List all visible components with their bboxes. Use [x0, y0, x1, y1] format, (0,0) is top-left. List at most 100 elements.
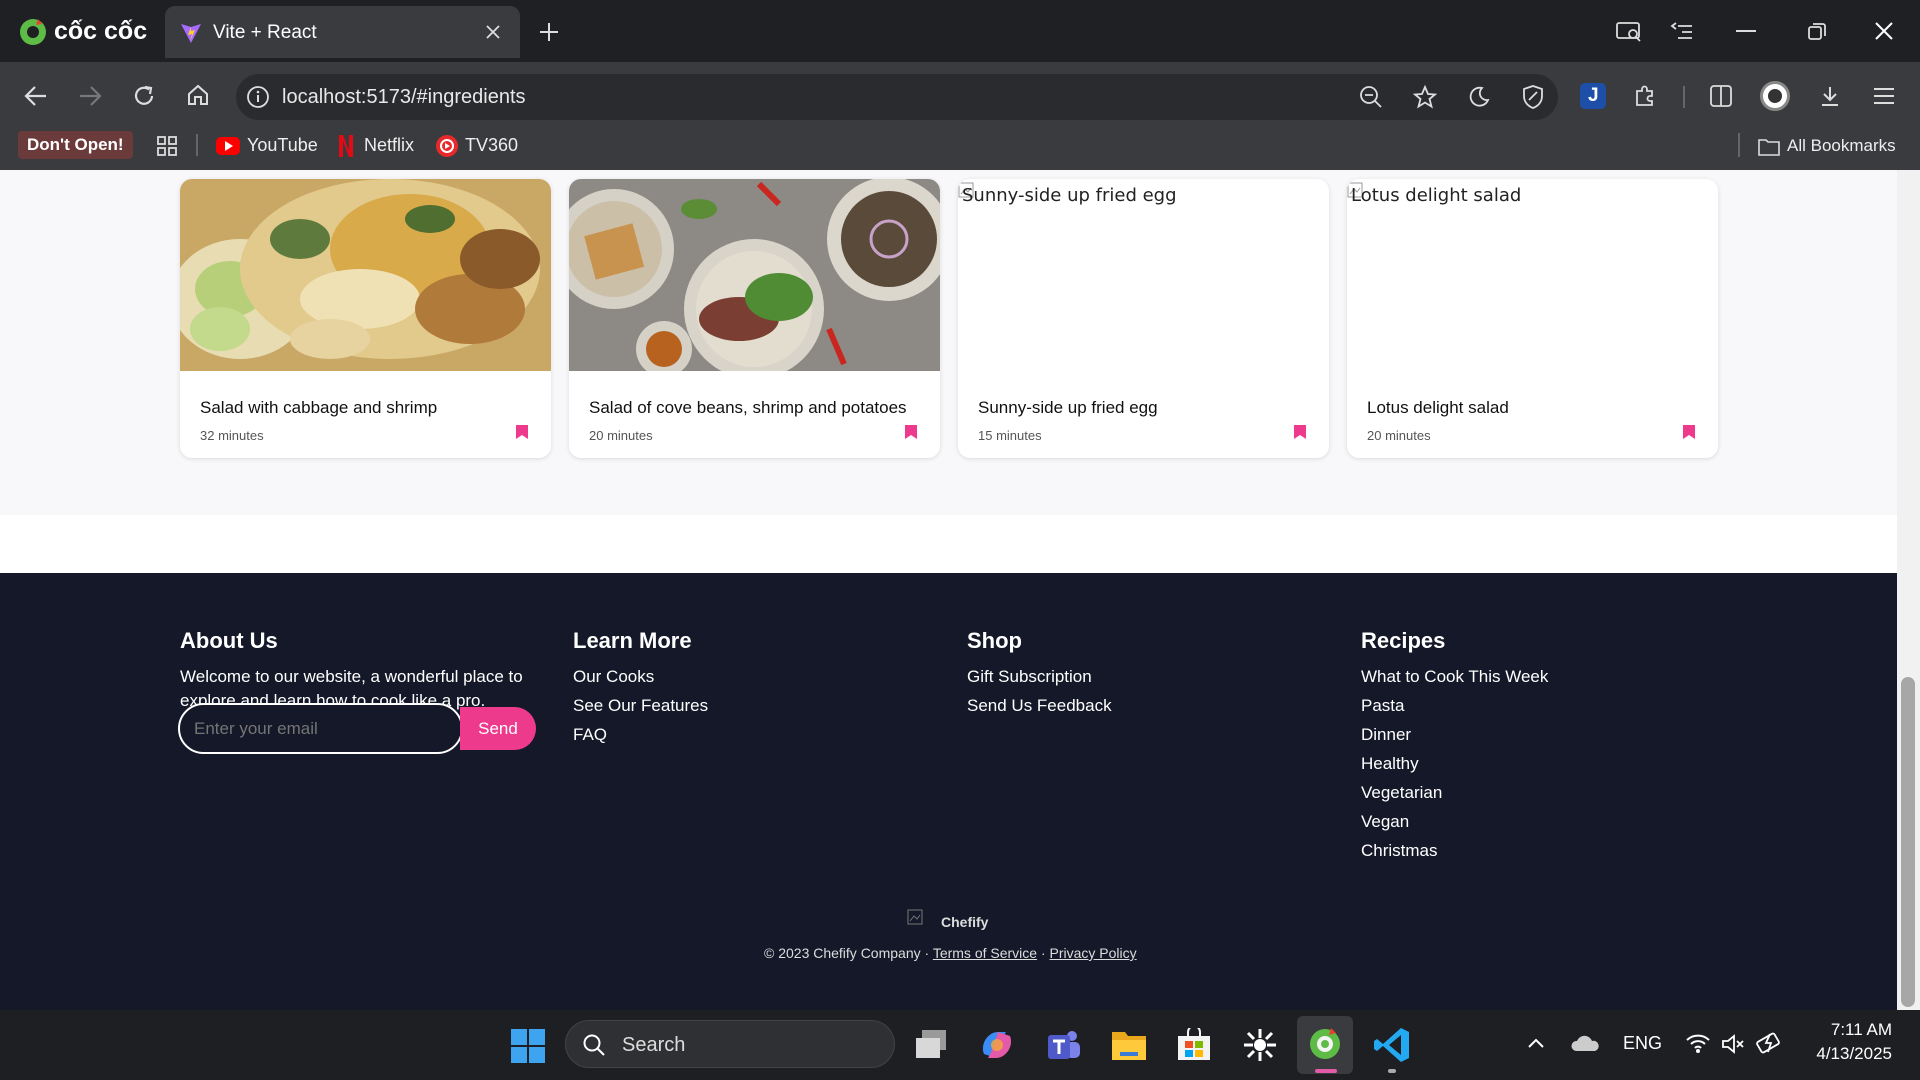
screen-search-icon[interactable] [1616, 21, 1642, 43]
menu-icon[interactable] [1872, 86, 1896, 106]
footer-link[interactable]: Our Cooks [573, 667, 654, 687]
reload-icon[interactable] [132, 84, 156, 108]
language-indicator[interactable]: ENG [1623, 1033, 1662, 1054]
taskbar-search[interactable]: Search [565, 1020, 895, 1068]
clock-time[interactable]: 7:11 AM [1822, 1020, 1892, 1040]
close-window-icon[interactable] [1874, 21, 1894, 41]
bookmarks-divider [1738, 133, 1740, 157]
privacy-link[interactable]: Privacy Policy [1050, 945, 1137, 961]
tab-list-icon[interactable] [1670, 21, 1694, 43]
show-hidden-icons-icon[interactable] [1527, 1037, 1545, 1049]
battery-charging-icon[interactable] [1756, 1031, 1784, 1055]
dark-mode-icon[interactable] [1467, 85, 1491, 109]
bookmark-icon[interactable] [904, 424, 918, 440]
footer-link[interactable]: Vegan [1361, 812, 1409, 832]
windows-start-icon[interactable] [510, 1028, 546, 1064]
recipe-title[interactable]: Salad of cove beans, shrimp and potatoes [589, 398, 907, 418]
recipe-image-broken[interactable]: Sunny-side up fried egg [958, 179, 1329, 371]
extensions-puzzle-icon[interactable] [1633, 84, 1657, 108]
toolbar-divider [1683, 86, 1685, 108]
recipe-card[interactable]: Sunny-side up fried egg Sunny-side up fr… [958, 179, 1329, 458]
recipe-title[interactable]: Lotus delight salad [1367, 398, 1509, 418]
youtube-icon [216, 137, 240, 155]
terms-link[interactable]: Terms of Service [933, 945, 1037, 961]
clock-date[interactable]: 4/13/2025 [1804, 1044, 1892, 1064]
footer-link[interactable]: See Our Features [573, 696, 708, 716]
adblock-shield-icon[interactable] [1521, 84, 1545, 110]
netflix-icon [339, 135, 353, 157]
back-icon[interactable] [24, 85, 48, 107]
footer-logo-text: Chefify [941, 914, 989, 930]
restore-icon[interactable] [1808, 23, 1826, 41]
split-view-icon[interactable] [1710, 85, 1732, 107]
footer-link[interactable]: Dinner [1361, 725, 1411, 745]
send-button[interactable]: Send [460, 707, 536, 750]
recipe-card[interactable]: Lotus delight salad Lotus delight salad … [1347, 179, 1718, 458]
recipe-time: 32 minutes [200, 428, 264, 443]
footer-link[interactable]: FAQ [573, 725, 607, 745]
footer-link[interactable]: Send Us Feedback [967, 696, 1112, 716]
folder-icon [1758, 139, 1780, 156]
recipe-image[interactable] [180, 179, 551, 371]
site-info-icon[interactable] [246, 85, 270, 109]
image-alt-text: Lotus delight salad [1351, 185, 1522, 206]
address-bar[interactable]: localhost:5173/#ingredients [236, 74, 1558, 120]
vite-favicon-icon [179, 21, 203, 45]
recipe-card[interactable]: Salad of cove beans, shrimp and potatoes… [569, 179, 940, 458]
legal-separator: · [1037, 945, 1050, 961]
all-bookmarks-label: All Bookmarks [1787, 136, 1896, 155]
zoom-out-icon[interactable] [1359, 85, 1383, 109]
microsoft-store-icon[interactable] [1176, 1028, 1212, 1062]
active-tab[interactable]: Vite + React [165, 6, 520, 58]
new-tab-icon[interactable] [538, 21, 560, 43]
task-view-icon[interactable] [912, 1028, 950, 1062]
close-tab-icon[interactable] [483, 22, 503, 42]
scrollbar-thumb[interactable] [1901, 677, 1915, 1007]
recipe-image-broken[interactable]: Lotus delight salad [1347, 179, 1718, 371]
bookmark-icon[interactable] [1682, 424, 1696, 440]
vscode-icon[interactable] [1373, 1026, 1411, 1073]
footer-shop-heading: Shop [967, 628, 1022, 653]
footer-link[interactable]: Healthy [1361, 754, 1419, 774]
wifi-icon[interactable] [1685, 1032, 1711, 1054]
bookmark-star-icon[interactable] [1413, 85, 1437, 109]
bookmark-label: YouTube [247, 135, 318, 155]
bookmark-icon[interactable] [515, 424, 529, 440]
coccoc-icon [1310, 1028, 1340, 1059]
home-icon[interactable] [186, 83, 210, 107]
recipe-title[interactable]: Sunny-side up fried egg [978, 398, 1158, 418]
bookmarks-divider [196, 134, 198, 156]
footer-link[interactable]: Pasta [1361, 696, 1404, 716]
footer-about-heading: About Us [180, 628, 278, 653]
volume-muted-icon[interactable] [1721, 1033, 1745, 1055]
email-input[interactable] [194, 717, 444, 741]
snipping-tool-icon[interactable] [1241, 1026, 1279, 1064]
page-viewport: Salad with cabbage and shrimp 32 minutes [0, 170, 1897, 1010]
minimize-icon[interactable] [1736, 30, 1756, 32]
teams-icon[interactable] [1044, 1027, 1082, 1063]
coccoc-logo-icon[interactable] [18, 16, 48, 46]
recipe-image[interactable] [569, 179, 940, 371]
profile-avatar[interactable] [1760, 81, 1790, 111]
download-icon[interactable] [1818, 84, 1842, 108]
coccoc-taskbar-button[interactable] [1297, 1016, 1353, 1074]
extension-j-icon[interactable]: J [1580, 83, 1606, 109]
footer-learn-heading: Learn More [573, 628, 692, 653]
recipe-card[interactable]: Salad with cabbage and shrimp 32 minutes [180, 179, 551, 458]
recipe-title[interactable]: Salad with cabbage and shrimp [200, 398, 437, 418]
file-explorer-icon[interactable] [1110, 1028, 1148, 1062]
site-footer: About Us Welcome to our website, a wonde… [0, 573, 1897, 1010]
footer-link[interactable]: Gift Subscription [967, 667, 1092, 687]
forward-icon[interactable] [78, 85, 102, 107]
email-field[interactable] [178, 703, 463, 754]
copilot-icon[interactable] [978, 1026, 1016, 1064]
footer-link[interactable]: Vegetarian [1361, 783, 1442, 803]
apps-grid-icon[interactable] [156, 135, 178, 157]
bookmark-icon[interactable] [1293, 424, 1307, 440]
onedrive-icon[interactable] [1570, 1033, 1600, 1053]
footer-link[interactable]: What to Cook This Week [1361, 667, 1548, 687]
url-text[interactable]: localhost:5173/#ingredients [282, 86, 526, 109]
broken-logo-icon [907, 909, 923, 925]
footer-link[interactable]: Christmas [1361, 841, 1438, 861]
bookmark-dont-open[interactable]: Don't Open! [18, 131, 133, 159]
